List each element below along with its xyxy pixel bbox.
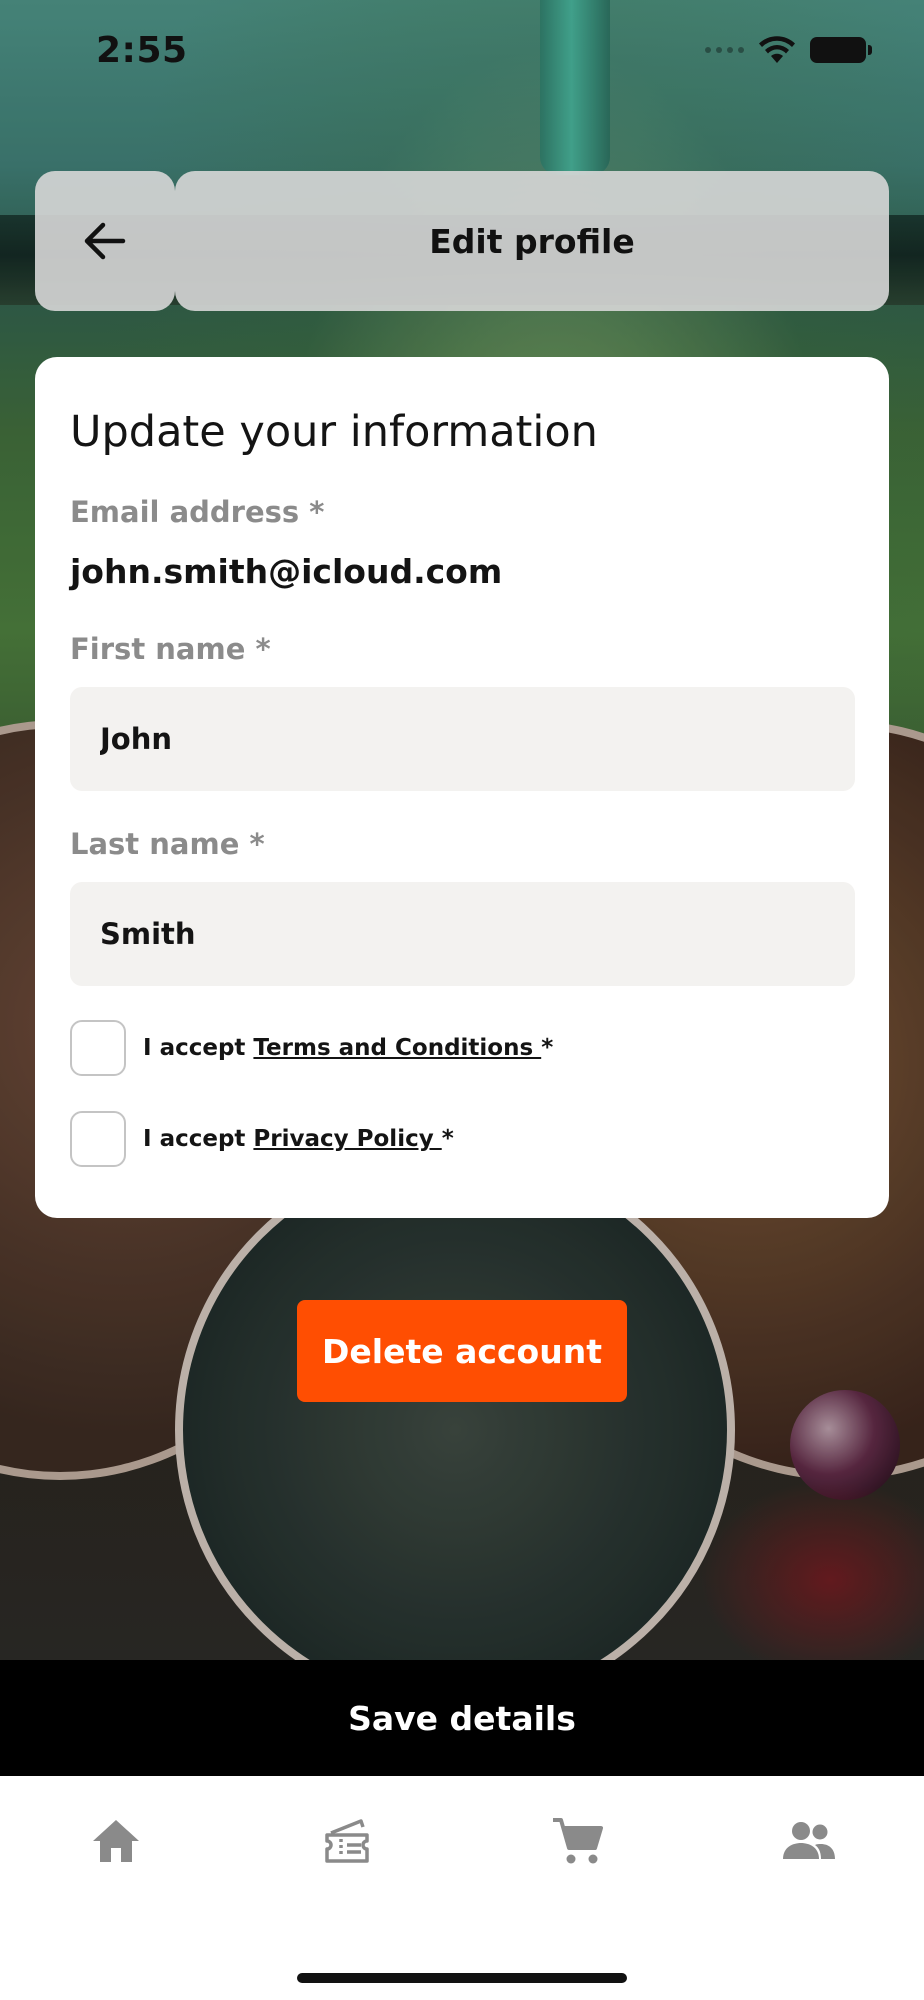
cart-icon <box>553 1818 603 1864</box>
first-name-label: First name * <box>70 632 271 666</box>
privacy-row: I accept Privacy Policy * <box>70 1111 454 1167</box>
first-name-input[interactable] <box>100 722 855 756</box>
tab-profile[interactable] <box>769 1806 849 1876</box>
save-details-label: Save details <box>348 1698 576 1738</box>
first-name-field[interactable] <box>70 687 855 791</box>
privacy-prefix: I accept <box>143 1126 254 1152</box>
email-label: Email address * <box>70 495 325 529</box>
home-indicator <box>297 1973 627 1983</box>
battery-icon <box>810 37 872 63</box>
save-details-button[interactable]: Save details <box>0 1660 924 1776</box>
status-bar: 2:55 <box>0 0 924 110</box>
terms-prefix: I accept <box>143 1035 254 1061</box>
delete-account-button[interactable]: Delete account <box>297 1300 627 1402</box>
privacy-link[interactable]: Privacy Policy <box>253 1126 441 1152</box>
tab-cart[interactable] <box>538 1806 618 1876</box>
ticket-icon <box>325 1819 369 1863</box>
terms-link[interactable]: Terms and Conditions <box>253 1035 541 1061</box>
last-name-input[interactable] <box>100 917 855 951</box>
privacy-checkbox[interactable] <box>70 1111 126 1167</box>
terms-row: I accept Terms and Conditions * <box>70 1020 553 1076</box>
status-time: 2:55 <box>96 30 188 71</box>
arrow-left-icon <box>84 222 126 260</box>
people-icon <box>783 1822 835 1859</box>
terms-required-mark: * <box>541 1035 554 1061</box>
last-name-field[interactable] <box>70 882 855 986</box>
wifi-icon <box>759 36 795 63</box>
privacy-text: I accept Privacy Policy * <box>143 1126 454 1152</box>
form-heading: Update your information <box>70 407 598 457</box>
email-value: john.smith@icloud.com <box>70 552 503 591</box>
tab-bar <box>0 1776 924 2000</box>
status-icons <box>705 36 872 64</box>
privacy-required-mark: * <box>441 1126 454 1152</box>
back-button[interactable] <box>35 171 175 311</box>
last-name-label: Last name * <box>70 827 265 861</box>
home-icon <box>93 1820 139 1862</box>
title-bar: Edit profile <box>175 171 889 311</box>
terms-text: I accept Terms and Conditions * <box>143 1035 553 1061</box>
page-title: Edit profile <box>429 221 635 261</box>
tab-home[interactable] <box>76 1806 156 1876</box>
signal-icon <box>705 47 744 53</box>
profile-form-card: Update your information Email address * … <box>35 357 889 1218</box>
terms-checkbox[interactable] <box>70 1020 126 1076</box>
tab-tickets[interactable] <box>307 1806 387 1876</box>
